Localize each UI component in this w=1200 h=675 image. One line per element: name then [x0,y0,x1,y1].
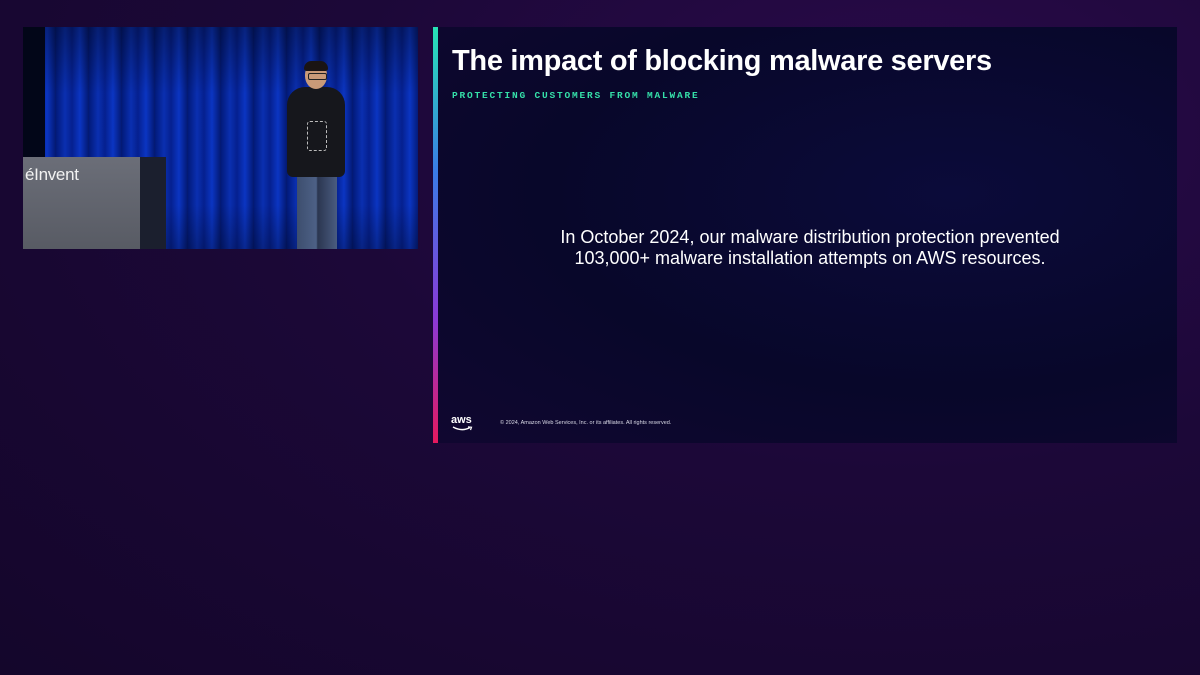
lectern-side [140,157,166,249]
aws-smile-icon [452,426,473,431]
speaker-video-feed: éInvent [23,27,418,249]
slide-body-text: In October 2024, our malware distributio… [493,227,1127,269]
slide-accent-bar [433,27,438,443]
aws-logo-icon: aws [451,414,475,433]
slide-body-line: In October 2024, our malware distributio… [560,227,1060,247]
aws-logo-text: aws [451,414,472,426]
slide-subtitle: PROTECTING CUSTOMERS FROM MALWARE [452,90,700,101]
slide-body-line: 103,000+ malware installation attempts o… [574,248,1046,268]
copyright-notice: © 2024, Amazon Web Services, Inc. or its… [500,420,672,426]
slide-title: The impact of blocking malware servers [452,45,992,77]
lectern-sign: éInvent [25,165,79,184]
stage-backdrop [23,27,45,157]
speaker-figure [263,61,345,249]
presentation-slide: The impact of blocking malware servers P… [433,27,1177,443]
